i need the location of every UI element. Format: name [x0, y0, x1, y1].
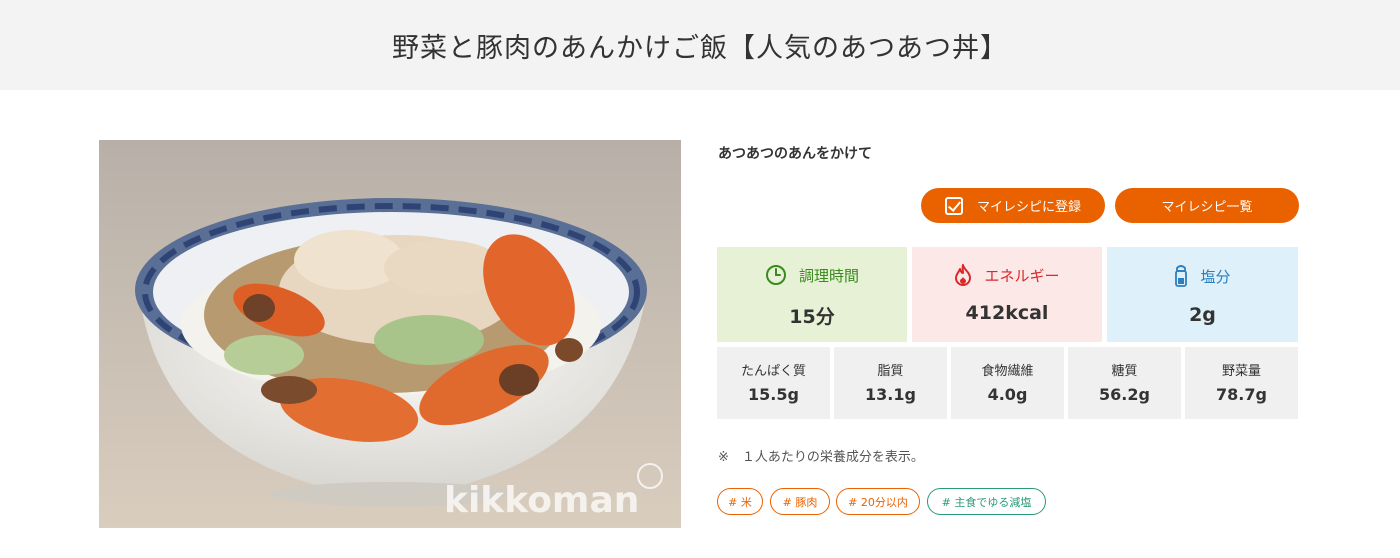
nutrition-label: 野菜量: [1221, 364, 1261, 379]
my-recipe-list-button[interactable]: マイレシピ一覧: [1115, 188, 1299, 223]
kikkoman-watermark: kikkoman: [444, 480, 639, 521]
stat-energy: エネルギー 412kcal: [912, 247, 1102, 342]
list-button-label: マイレシピ一覧: [1161, 200, 1253, 215]
stat-value: 15分: [789, 306, 835, 328]
register-my-recipe-button[interactable]: マイレシピに登録: [921, 188, 1105, 223]
page-title: 野菜と豚肉のあんかけご飯【人気のあつあつ丼】: [392, 32, 1008, 64]
nutrition-label: 脂質: [877, 364, 904, 379]
recipe-photo: kikkoman: [99, 140, 681, 528]
nutrition-carbs: 糖質 56.2g: [1068, 347, 1181, 419]
stat-value: 412kcal: [965, 302, 1049, 324]
tag-low-salt-staple[interactable]: # 主食でゆる減塩: [927, 488, 1046, 515]
stat-cooking-time: 調理時間 15分: [717, 247, 907, 342]
nutrition-value: 4.0g: [987, 385, 1028, 404]
register-button-label: マイレシピに登録: [976, 200, 1081, 215]
nutrition-value: 13.1g: [865, 385, 916, 404]
nutrition-value: 78.7g: [1216, 385, 1267, 404]
recipe-subtitle: あつあつのあんをかけて: [718, 146, 872, 162]
clock-icon: [765, 264, 787, 286]
nutrition-value: 56.2g: [1099, 385, 1150, 404]
nutrition-label: 食物繊維: [981, 364, 1034, 379]
stat-label: 塩分: [1200, 267, 1231, 286]
salt-shaker-icon: [1174, 264, 1188, 288]
stat-value: 2g: [1189, 304, 1216, 326]
nutrition-label: たんぱく質: [740, 364, 806, 379]
tag-pork[interactable]: # 豚肉: [770, 488, 830, 515]
stat-label: 調理時間: [798, 266, 859, 285]
checkbox-icon: [944, 196, 963, 215]
nutrition-vegetables: 野菜量 78.7g: [1185, 347, 1298, 419]
nutrition-protein: たんぱく質 15.5g: [717, 347, 830, 419]
nutrition-note: ※ １人あたりの栄養成分を表示。: [718, 450, 924, 465]
nutrition-fat: 脂質 13.1g: [834, 347, 947, 419]
flame-icon: [954, 264, 972, 286]
nutrition-value: 15.5g: [748, 385, 799, 404]
tag-rice[interactable]: # 米: [717, 488, 763, 515]
title-bar: 野菜と豚肉のあんかけご飯【人気のあつあつ丼】: [0, 0, 1400, 90]
nutrition-fiber: 食物繊維 4.0g: [951, 347, 1064, 419]
stat-label: エネルギー: [984, 266, 1060, 285]
stat-salt: 塩分 2g: [1107, 247, 1298, 342]
nutrition-label: 糖質: [1111, 364, 1138, 379]
tag-within-20-min[interactable]: # 20分以内: [836, 488, 920, 515]
